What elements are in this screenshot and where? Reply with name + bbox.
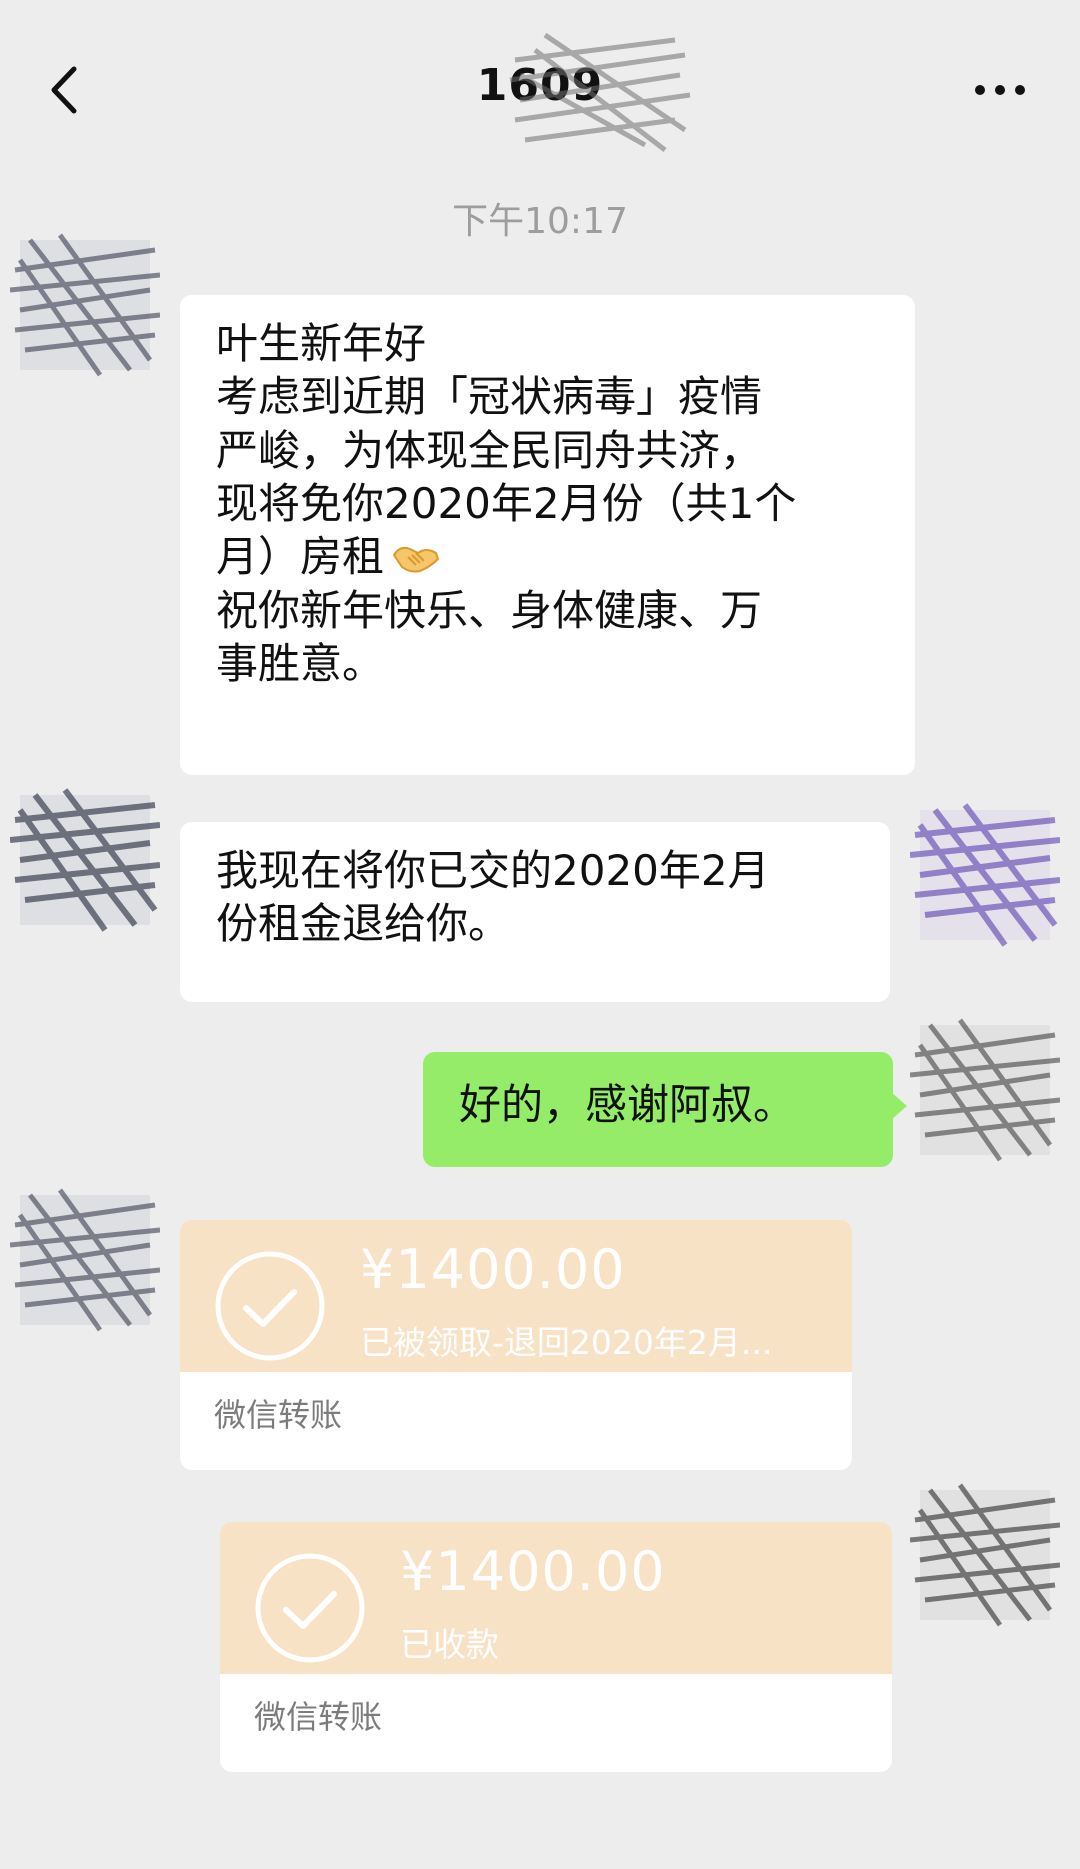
- check-circle-icon: [215, 1251, 325, 1361]
- message-line-with-emoji: 月）房租: [216, 530, 885, 583]
- transfer-label: 微信转账: [254, 1698, 383, 1736]
- message-timestamp: 下午10:17: [452, 201, 628, 242]
- message-line: 严峻，为体现全民同舟共济，: [216, 425, 763, 475]
- wechat-transfer-card-collected[interactable]: ¥1400.00 已收款 微信转账: [220, 1522, 892, 1772]
- transfer-amount: ¥1400.00: [360, 1238, 626, 1301]
- more-dots-icon: [975, 85, 1025, 95]
- message-line: 好的，感谢阿叔。: [459, 1080, 796, 1129]
- message-line: 月）房租: [216, 532, 385, 582]
- message-line: 考虑到近期「冠状病毒」疫情: [216, 372, 763, 422]
- transfer-status: 已被领取-退回2020年2月...: [360, 1323, 773, 1362]
- message-bubble-refund[interactable]: 我现在将你已交的2020年2月 份租金退给你。: [180, 822, 890, 1002]
- message-line: 事胜意。: [216, 638, 385, 688]
- message-bubble-greeting[interactable]: 叶生新年好 考虑到近期「冠状病毒」疫情 严峻，为体现全民同舟共济， 现将免你20…: [180, 295, 915, 775]
- wechat-transfer-card-received[interactable]: ¥1400.00 已被领取-退回2020年2月... 微信转账: [180, 1220, 852, 1470]
- contact-avatar[interactable]: [10, 1185, 160, 1335]
- contact-avatar[interactable]: [10, 230, 160, 380]
- message-line: 叶生新年好: [216, 319, 427, 368]
- chat-header: 1609: [0, 0, 1080, 180]
- handshake-emoji-icon: [392, 547, 440, 573]
- transfer-label: 微信转账: [214, 1396, 343, 1434]
- user-avatar[interactable]: [910, 800, 1060, 950]
- user-avatar[interactable]: [910, 1480, 1060, 1630]
- chat-title: 1609: [476, 60, 604, 111]
- contact-avatar[interactable]: [10, 785, 160, 935]
- message-bubble-reply[interactable]: 好的，感谢阿叔。: [423, 1052, 907, 1167]
- transfer-amount: ¥1400.00: [400, 1540, 666, 1603]
- more-button[interactable]: [960, 65, 1040, 115]
- message-line: 现将免你2020年2月份（共1个: [216, 478, 797, 528]
- message-line: 份租金退给你。: [216, 899, 511, 949]
- transfer-card-header: ¥1400.00 已收款: [220, 1522, 892, 1674]
- transfer-status: 已收款: [400, 1625, 499, 1664]
- message-line: 祝你新年快乐、身体健康、万: [216, 585, 763, 635]
- user-avatar[interactable]: [910, 1015, 1060, 1165]
- check-circle-icon: [255, 1553, 365, 1663]
- message-line: 我现在将你已交的2020年2月: [216, 846, 770, 895]
- transfer-card-header: ¥1400.00 已被领取-退回2020年2月...: [180, 1220, 852, 1372]
